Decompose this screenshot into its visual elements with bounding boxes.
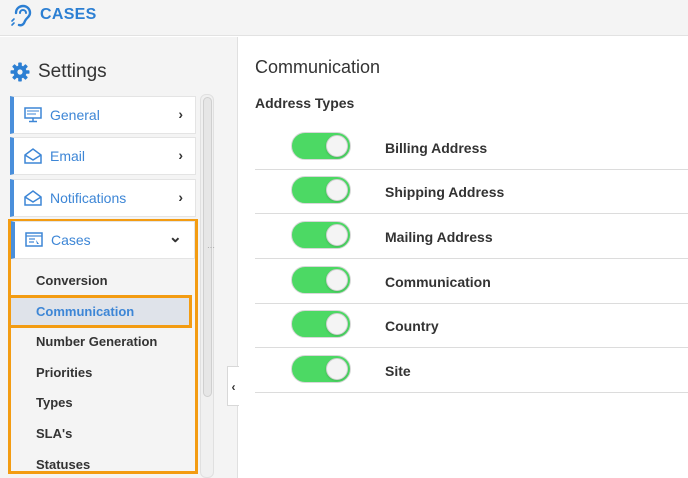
toggle-knob: [326, 135, 348, 157]
list-window-icon: [25, 232, 43, 247]
sub-item-conversion[interactable]: Conversion: [36, 273, 108, 288]
sidebar-scrollbar[interactable]: ···: [200, 94, 215, 478]
toggle-knob: [326, 269, 348, 291]
chevron-right-icon: ›: [178, 147, 183, 163]
chevron-down-icon: ⌄: [168, 229, 182, 246]
settings-sidebar: Settings General › Email › Notifications…: [0, 37, 238, 478]
envelope-open-icon: [24, 190, 42, 206]
toggle-switch[interactable]: [291, 221, 351, 249]
address-type-row: Site: [255, 349, 688, 393]
sub-item-types[interactable]: Types: [36, 395, 73, 410]
toggle-knob: [326, 358, 348, 380]
ear-logo-icon: [11, 4, 32, 27]
toggle-knob: [326, 179, 348, 201]
row-label: Shipping Address: [385, 184, 505, 200]
toggle-switch[interactable]: [291, 176, 351, 204]
sidebar-item-notifications[interactable]: Notifications ›: [10, 179, 196, 217]
section-title: Address Types: [255, 95, 355, 111]
sub-item-number-generation[interactable]: Number Generation: [36, 334, 157, 349]
scrollbar-thumb[interactable]: ···: [203, 97, 215, 397]
monitor-icon: [24, 107, 42, 123]
settings-header: Settings: [10, 60, 107, 84]
sidebar-item-label: Notifications: [50, 190, 127, 206]
top-bar: CASES: [0, 0, 688, 36]
toggle-switch[interactable]: [291, 266, 351, 294]
toggle-knob: [326, 224, 348, 246]
settings-title: Settings: [38, 61, 107, 82]
address-type-row: Billing Address: [255, 126, 688, 170]
envelope-open-icon: [24, 148, 42, 164]
grip-icon: ···: [207, 243, 215, 252]
toggle-switch[interactable]: [291, 355, 351, 383]
toggle-knob: [326, 313, 348, 335]
sub-item-communication[interactable]: Communication: [36, 304, 134, 319]
sidebar-item-email[interactable]: Email ›: [10, 137, 196, 175]
sub-item-priorities[interactable]: Priorities: [36, 365, 92, 380]
sidebar-item-label: Cases: [51, 232, 91, 248]
chevron-right-icon: ›: [178, 106, 183, 122]
address-type-row: Communication: [255, 260, 688, 304]
row-label: Billing Address: [385, 140, 488, 156]
sidebar-item-label: Email: [50, 148, 86, 164]
page-title: Communication: [255, 57, 381, 77]
row-label: Site: [385, 363, 411, 379]
gear-icon: [10, 62, 30, 82]
address-type-row: Shipping Address: [255, 170, 688, 214]
address-type-row: Mailing Address: [255, 215, 688, 259]
row-label: Communication: [385, 274, 491, 290]
main-content: Communication Address Types Billing Addr…: [239, 37, 688, 478]
chevron-right-icon: ›: [178, 189, 183, 205]
sidebar-item-cases[interactable]: Cases ⌄: [11, 221, 195, 259]
toggle-switch[interactable]: [291, 310, 351, 338]
toggle-switch[interactable]: [291, 132, 351, 160]
sub-item-statuses[interactable]: Statuses: [36, 457, 90, 472]
app-title[interactable]: CASES: [40, 6, 97, 24]
sidebar-item-general[interactable]: General ›: [10, 96, 196, 134]
row-label: Country: [385, 318, 439, 334]
sub-item-slas[interactable]: SLA's: [36, 426, 72, 441]
address-type-row: Country: [255, 304, 688, 348]
collapse-sidebar-button[interactable]: ‹: [227, 366, 239, 406]
row-label: Mailing Address: [385, 229, 493, 245]
sidebar-item-label: General: [50, 107, 100, 123]
